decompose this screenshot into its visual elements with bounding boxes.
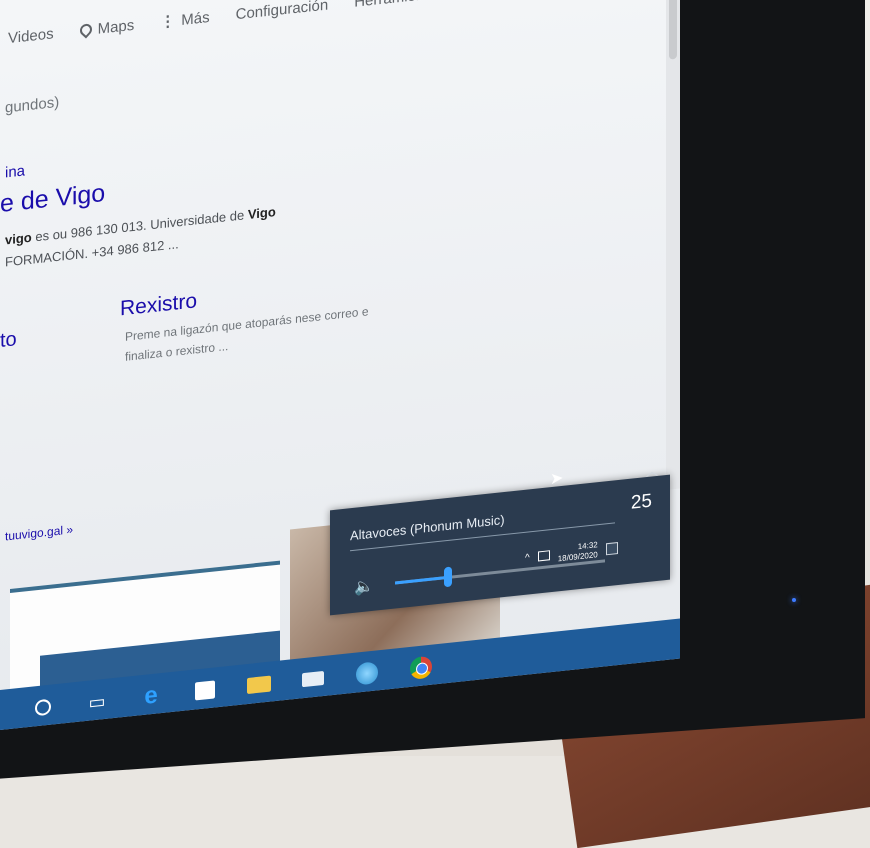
pin-icon bbox=[77, 21, 95, 39]
scrollbar[interactable] bbox=[666, 0, 680, 491]
snippet-bold-prefix: vigo bbox=[5, 229, 32, 248]
sitelink-left[interactable]: to bbox=[0, 328, 17, 353]
search-circle-icon bbox=[35, 698, 51, 717]
nav-tools-label: Herramientas bbox=[354, 0, 444, 10]
result-breadcrumb[interactable]: ina bbox=[5, 162, 25, 181]
nav-videos[interactable]: Videos bbox=[8, 25, 54, 47]
more-dots-icon: ⋮ bbox=[160, 12, 176, 32]
nav-maps-label: Maps bbox=[97, 16, 135, 38]
nav-settings-label: Configuración bbox=[235, 0, 329, 23]
tray-overflow-chevron-icon[interactable]: ^ bbox=[525, 552, 530, 563]
store-bag-icon bbox=[195, 680, 215, 701]
nav-more[interactable]: ⋮ Más bbox=[160, 8, 209, 31]
search-nav: Videos Maps ⋮ Más Configuración Herramie… bbox=[8, 0, 444, 47]
mouse-cursor-icon: ➤ bbox=[550, 469, 564, 489]
snippet-bold-term: Vigo bbox=[247, 204, 276, 222]
chevron-up-icon[interactable]: ︿ bbox=[646, 462, 658, 480]
file-explorer-icon[interactable] bbox=[246, 672, 272, 697]
nav-videos-label: Videos bbox=[8, 24, 54, 47]
volume-slider-fill bbox=[395, 575, 448, 585]
sitelink-rexistro[interactable]: Rexistro bbox=[120, 289, 197, 321]
network-icon[interactable] bbox=[537, 550, 550, 562]
speaker-icon[interactable]: 🔈 bbox=[354, 576, 374, 598]
start-search-icon[interactable] bbox=[30, 695, 56, 720]
chrome-icon[interactable] bbox=[408, 655, 434, 680]
store-icon[interactable] bbox=[192, 678, 218, 703]
globe-app-icon[interactable] bbox=[354, 661, 380, 686]
scrollbar-thumb[interactable] bbox=[669, 0, 677, 60]
tray-clock[interactable]: 14:32 18/09/2020 bbox=[558, 540, 598, 564]
nav-settings[interactable]: Configuración bbox=[236, 0, 329, 23]
monitor-screen: Videos Maps ⋮ Más Configuración Herramie… bbox=[0, 0, 680, 731]
edge-icon[interactable]: e bbox=[138, 681, 164, 709]
audio-device-name[interactable]: Altavoces (Phonum Music) bbox=[350, 512, 505, 543]
power-led bbox=[792, 598, 796, 602]
action-center-icon[interactable] bbox=[605, 542, 618, 556]
nav-more-label: Más bbox=[181, 8, 210, 29]
nav-tools[interactable]: Herramientas bbox=[354, 0, 444, 10]
result-stats: gundos) bbox=[5, 93, 60, 117]
envelope-icon bbox=[302, 670, 324, 688]
more-results-link[interactable]: tuuvigo.gal » bbox=[5, 522, 73, 543]
volume-level-readout: 25 bbox=[630, 490, 652, 514]
result-title-link[interactable]: e de Vigo bbox=[0, 179, 105, 219]
nav-maps[interactable]: Maps bbox=[77, 16, 135, 39]
globe-icon bbox=[356, 661, 378, 686]
task-view-icon[interactable]: ▭ bbox=[84, 689, 110, 714]
chrome-logo-icon bbox=[410, 655, 432, 680]
volume-slider-thumb[interactable] bbox=[443, 566, 452, 588]
folder-icon bbox=[247, 675, 271, 695]
mail-icon[interactable] bbox=[300, 667, 326, 692]
